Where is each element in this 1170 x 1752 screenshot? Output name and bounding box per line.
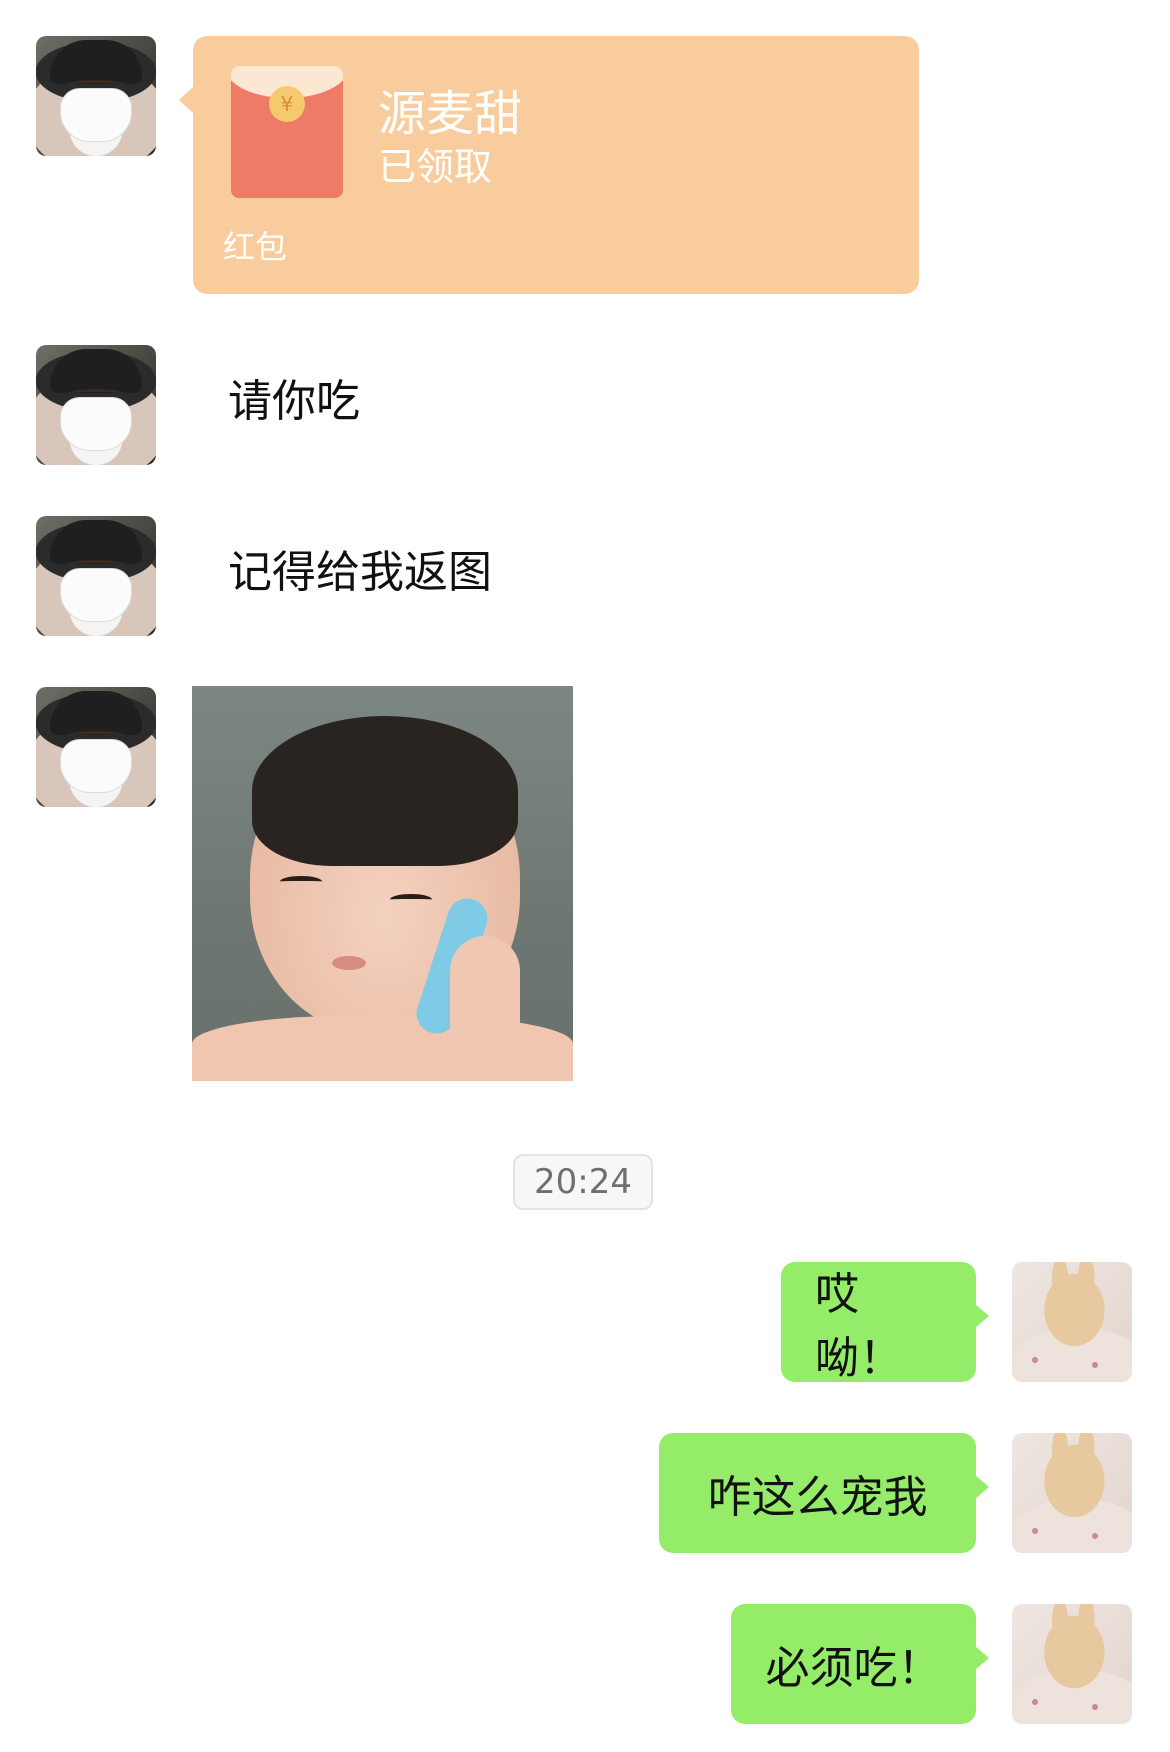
self-avatar[interactable]: [1012, 1604, 1132, 1724]
avatar-mask: [60, 397, 132, 451]
sticker-eye: [280, 876, 322, 887]
avatar-mask: [60, 88, 132, 142]
avatar-hat: [50, 40, 142, 84]
avatar-hat: [50, 520, 142, 564]
baby-on-phone-sticker[interactable]: [192, 686, 573, 1081]
contact-avatar[interactable]: [36, 687, 156, 807]
avatar-mask: [60, 739, 132, 793]
sticker-hand: [450, 936, 520, 1066]
self-avatar[interactable]: [1012, 1433, 1132, 1553]
avatar-hat: [50, 349, 142, 393]
pattern-dot: [1092, 1362, 1098, 1368]
avatar-mask: [60, 568, 132, 622]
pattern-dot: [1092, 1533, 1098, 1539]
pattern-dot: [1092, 1704, 1098, 1710]
red-envelope-icon: ¥: [231, 66, 343, 198]
contact-avatar[interactable]: [36, 36, 156, 156]
outgoing-message-bubble[interactable]: 必须吃！: [731, 1604, 989, 1724]
red-packet-message[interactable]: ¥ 源麦甜 已领取 红包: [179, 36, 919, 294]
red-packet-sender: 源麦甜: [378, 86, 523, 142]
pattern-dot: [1032, 1699, 1038, 1705]
outgoing-message-bubble[interactable]: 哎呦！: [781, 1262, 989, 1384]
time-divider: 20:24: [513, 1154, 653, 1210]
contact-avatar[interactable]: [36, 516, 156, 636]
sticker-lips: [332, 956, 366, 970]
avatar-hat: [50, 691, 142, 735]
outgoing-message-bubble[interactable]: 咋这么宠我: [659, 1433, 989, 1553]
sticker-eye: [390, 894, 432, 905]
contact-avatar[interactable]: [36, 345, 156, 465]
red-packet-label: 红包: [223, 228, 288, 266]
incoming-message-text[interactable]: 记得给我返图: [228, 543, 492, 603]
incoming-message-text[interactable]: 请你吃: [228, 372, 360, 432]
sticker-hair: [252, 716, 518, 866]
pattern-dot: [1032, 1357, 1038, 1363]
coin-icon: ¥: [269, 86, 305, 122]
pattern-dot: [1032, 1528, 1038, 1534]
self-avatar[interactable]: [1012, 1262, 1132, 1382]
red-packet-status: 已领取: [378, 145, 493, 189]
